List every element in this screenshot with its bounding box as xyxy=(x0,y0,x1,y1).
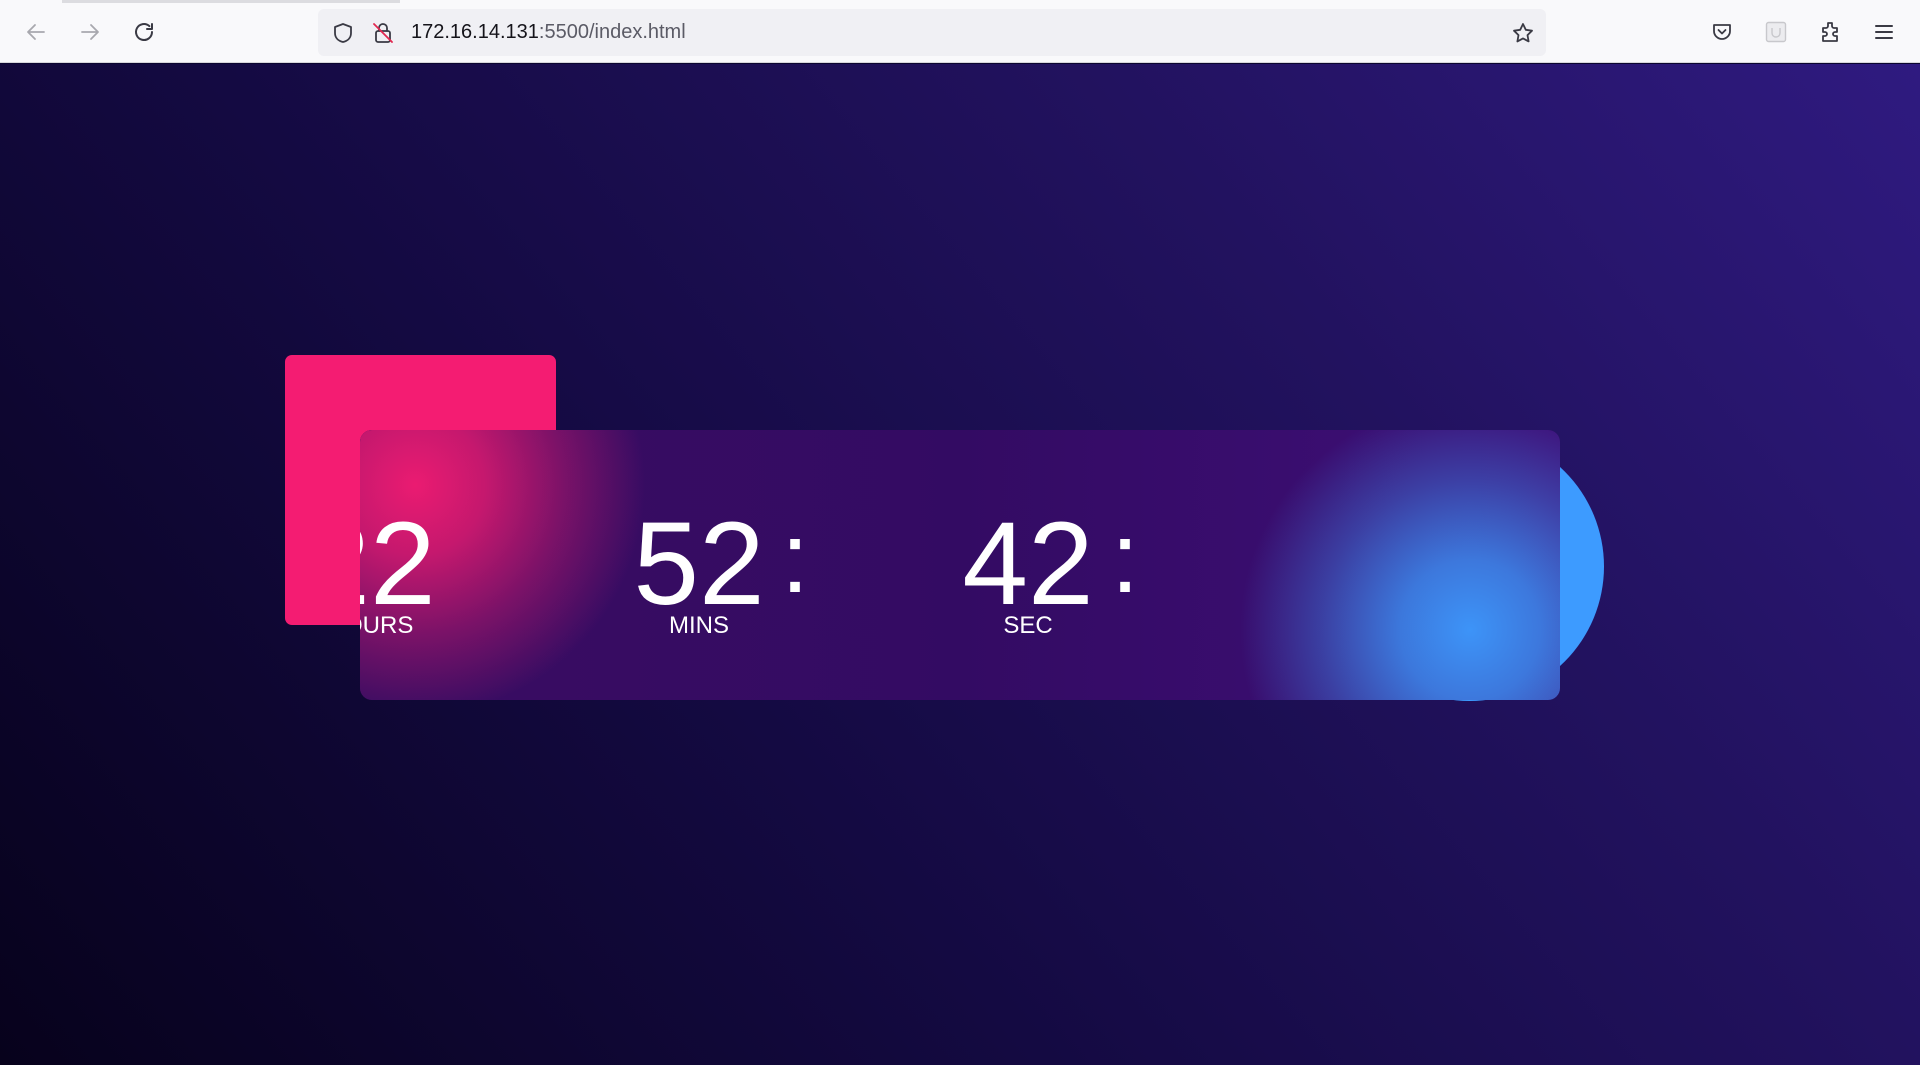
secs-label: SEC xyxy=(1003,612,1053,639)
back-button[interactable] xyxy=(18,14,54,50)
forward-arrow-icon xyxy=(81,24,99,40)
hours-label: HOURS xyxy=(360,612,414,639)
insecure-lock-icon[interactable] xyxy=(370,20,396,46)
tab-indicator xyxy=(62,0,400,3)
secs-value: 42 xyxy=(962,498,1094,630)
forward-button[interactable] xyxy=(72,14,108,50)
extensions-button[interactable] xyxy=(1812,14,1848,50)
mins-value: 52 xyxy=(633,498,765,630)
menu-button[interactable] xyxy=(1866,14,1902,50)
puzzle-icon xyxy=(1822,22,1838,42)
browser-toolbar: 172.16.14.131:5500/index.html xyxy=(0,0,1920,63)
url-text[interactable]: 172.16.14.131:5500/index.html xyxy=(411,21,686,44)
extension-box-icon xyxy=(1765,21,1787,43)
url-bar[interactable]: 172.16.14.131:5500/index.html xyxy=(318,9,1546,56)
back-arrow-icon xyxy=(27,24,45,40)
reload-button[interactable] xyxy=(126,14,162,50)
menu-icon xyxy=(1875,25,1893,39)
pocket-button[interactable] xyxy=(1704,14,1740,50)
extension-box-button[interactable] xyxy=(1758,14,1794,50)
url-host: 172.16.14.131 xyxy=(411,21,539,43)
hours-value: 22 xyxy=(360,498,436,630)
pocket-icon xyxy=(1713,24,1731,40)
star-icon[interactable] xyxy=(1510,20,1536,46)
countdown-card: 22 HOURS : 52 MINS : 42 SEC xyxy=(360,430,1560,700)
mins-label: MINS xyxy=(669,612,729,639)
shield-icon[interactable] xyxy=(330,20,356,46)
reload-icon xyxy=(135,23,153,41)
url-path: :5500/index.html xyxy=(538,21,686,43)
page-background: 22 HOURS : 52 MINS : 42 SEC xyxy=(0,64,1920,1065)
